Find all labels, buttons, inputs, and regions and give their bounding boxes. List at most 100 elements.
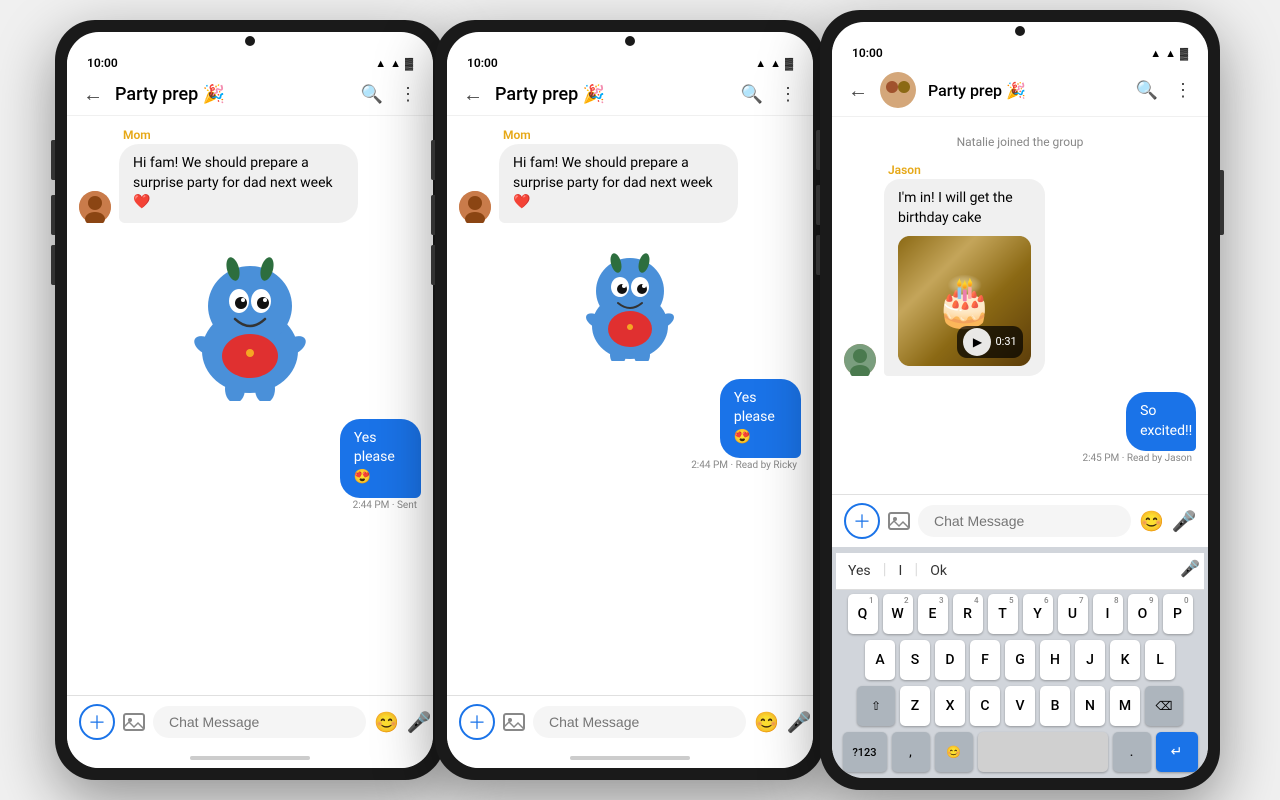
mic-button-1[interactable]: 🎤 — [407, 710, 432, 734]
bubble-excited: So excited!! — [1126, 392, 1196, 451]
header-icons-2: 🔍 ⋮ — [741, 84, 797, 105]
key-shift[interactable]: ⇧ — [857, 686, 895, 726]
image-button-2[interactable] — [503, 706, 525, 738]
key-l[interactable]: L — [1145, 640, 1175, 680]
key-z[interactable]: Z — [900, 686, 930, 726]
phone-1: 10:00 ▲ ▲ ▓ ← Party prep 🎉 🔍 ⋮ — [55, 20, 445, 780]
suggest-i[interactable]: I — [887, 559, 915, 583]
image-button-1[interactable] — [123, 706, 145, 738]
suggest-yes[interactable]: Yes — [836, 559, 883, 583]
key-s[interactable]: S — [900, 640, 930, 680]
msg-row-yes-2: Yes please 😍 — [685, 379, 801, 458]
emoji-button-1[interactable]: 😊 — [374, 710, 399, 734]
key-comma[interactable]: , — [892, 732, 930, 772]
key-period[interactable]: . — [1113, 732, 1151, 772]
key-h[interactable]: H — [1040, 640, 1070, 680]
key-j[interactable]: J — [1075, 640, 1105, 680]
image-button-3[interactable] — [888, 505, 910, 537]
status-bar-3: 10:00 ▲ ▲ ▓ — [832, 38, 1208, 64]
more-icon-2[interactable]: ⋮ — [779, 84, 797, 105]
phone-1-screen: 10:00 ▲ ▲ ▓ ← Party prep 🎉 🔍 ⋮ — [67, 32, 433, 768]
signal-icon-3: ▲ — [1150, 47, 1161, 60]
time-3: 10:00 — [852, 46, 883, 60]
msg-time-2: 2:44 PM · Read by Ricky — [691, 460, 801, 471]
chat-title-2: Party prep 🎉 — [495, 84, 729, 105]
key-e[interactable]: 3E — [918, 594, 948, 634]
chat-input-2[interactable] — [533, 706, 746, 738]
add-button-1[interactable]: ＋ — [79, 704, 115, 740]
key-k[interactable]: K — [1110, 640, 1140, 680]
chat-input-3[interactable] — [918, 505, 1131, 537]
play-button[interactable]: ▶ — [963, 328, 991, 356]
input-bar-2: ＋ 😊 🎤 — [447, 695, 813, 748]
back-button-3[interactable]: ← — [848, 78, 868, 103]
key-x[interactable]: X — [935, 686, 965, 726]
key-y[interactable]: 6Y — [1023, 594, 1053, 634]
avatar-mom-1 — [79, 191, 111, 223]
system-msg: Natalie joined the group — [844, 129, 1196, 155]
emoji-button-2[interactable]: 😊 — [754, 710, 779, 734]
back-button-2[interactable]: ← — [463, 82, 483, 107]
more-icon-1[interactable]: ⋮ — [399, 84, 417, 105]
status-icons-1: ▲ ▲ ▓ — [375, 57, 413, 70]
bubble-mom-1: Hi fam! We should prepare a surprise par… — [119, 144, 358, 223]
mic-button-3[interactable]: 🎤 — [1172, 509, 1197, 533]
msg-row-yes-1: Yes please 😍 — [305, 419, 421, 498]
video-thumbnail[interactable]: ▶ 0:31 — [898, 236, 1031, 366]
key-d[interactable]: D — [935, 640, 965, 680]
key-emoji[interactable]: 😊 — [935, 732, 973, 772]
search-icon-3[interactable]: 🔍 — [1136, 80, 1158, 101]
key-i[interactable]: 8I — [1093, 594, 1123, 634]
key-v[interactable]: V — [1005, 686, 1035, 726]
key-p[interactable]: 0P — [1163, 594, 1193, 634]
add-button-2[interactable]: ＋ — [459, 704, 495, 740]
key-u[interactable]: 7U — [1058, 594, 1088, 634]
key-row-1: 1Q 2W 3E 4R 5T 6Y 7U 8I 9O 0P — [836, 594, 1204, 634]
sticker-2 — [459, 231, 801, 371]
chat-input-1[interactable] — [153, 706, 366, 738]
bubble-yes-1: Yes please 😍 — [340, 419, 421, 498]
chat-area-2: Mom Hi fam! We should prepare a sur — [447, 116, 813, 695]
chat-area-3: Natalie joined the group Jason — [832, 117, 1208, 494]
key-row-3: ⇧ Z X C V B N M ⌫ — [836, 686, 1204, 726]
bubble-mom-2: Hi fam! We should prepare a surprise par… — [499, 144, 738, 223]
key-g[interactable]: G — [1005, 640, 1035, 680]
key-m[interactable]: M — [1110, 686, 1140, 726]
keyboard-rows: 1Q 2W 3E 4R 5T 6Y 7U 8I 9O 0P — [836, 594, 1204, 772]
back-button-1[interactable]: ← — [83, 82, 103, 107]
msg-row-mom-1: Hi fam! We should prepare a surprise par… — [79, 144, 421, 223]
mic-suggest[interactable]: 🎤 — [1180, 559, 1204, 583]
more-icon-3[interactable]: ⋮ — [1174, 80, 1192, 101]
key-backspace[interactable]: ⌫ — [1145, 686, 1183, 726]
key-b[interactable]: B — [1040, 686, 1070, 726]
key-a[interactable]: A — [865, 640, 895, 680]
msg-time-3: 2:45 PM · Read by Jason — [1082, 453, 1196, 464]
app-header-3: ← Party prep 🎉 🔍 ⋮ — [832, 64, 1208, 117]
header-icons-1: 🔍 ⋮ — [361, 84, 417, 105]
msg-row-jason: I'm in! I will get the birthday cake ▶ 0… — [844, 179, 1196, 376]
mic-button-2[interactable]: 🎤 — [787, 710, 812, 734]
camera-dot-2 — [625, 36, 635, 46]
emoji-button-3[interactable]: 😊 — [1139, 509, 1164, 533]
msg-row-excited: So excited!! — [1096, 392, 1196, 451]
search-icon-2[interactable]: 🔍 — [741, 84, 763, 105]
group-avatar — [880, 72, 916, 108]
key-enter[interactable]: ↵ — [1156, 732, 1198, 772]
key-n[interactable]: N — [1075, 686, 1105, 726]
key-f[interactable]: F — [970, 640, 1000, 680]
key-o[interactable]: 9O — [1128, 594, 1158, 634]
key-num-switch[interactable]: ?123 — [843, 732, 887, 772]
msg-row-mom-2: Hi fam! We should prepare a surprise par… — [459, 144, 801, 223]
add-button-3[interactable]: ＋ — [844, 503, 880, 539]
time-2: 10:00 — [467, 56, 498, 70]
camera-dot-3 — [1015, 26, 1025, 36]
key-w[interactable]: 2W — [883, 594, 913, 634]
key-r[interactable]: 4R — [953, 594, 983, 634]
suggest-ok[interactable]: Ok — [918, 559, 959, 583]
key-space[interactable] — [978, 732, 1108, 772]
key-q[interactable]: 1Q — [848, 594, 878, 634]
key-t[interactable]: 5T — [988, 594, 1018, 634]
key-c[interactable]: C — [970, 686, 1000, 726]
search-icon-1[interactable]: 🔍 — [361, 84, 383, 105]
bubble-jason: I'm in! I will get the birthday cake ▶ 0… — [884, 179, 1045, 376]
